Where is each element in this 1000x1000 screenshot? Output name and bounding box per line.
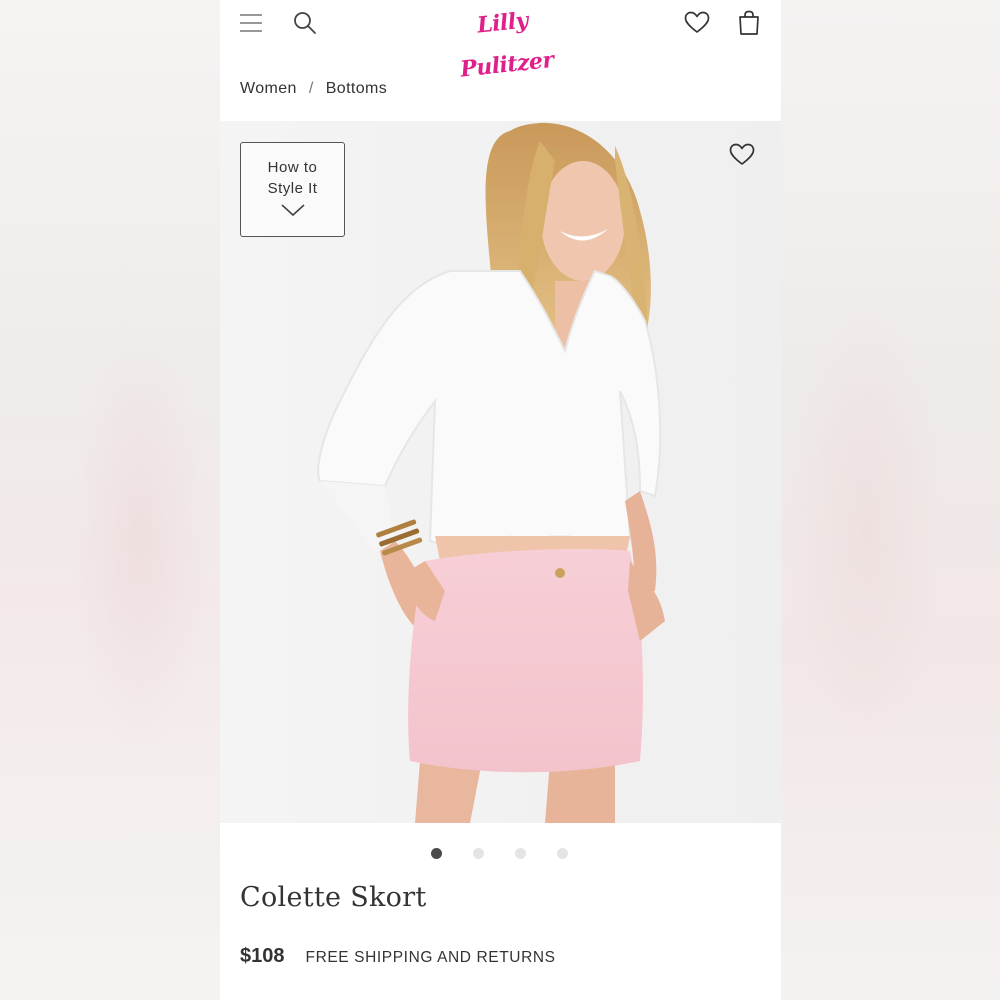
style-button-line1: How to <box>267 159 318 176</box>
menu-icon[interactable] <box>236 8 266 38</box>
carousel-dot-3[interactable] <box>515 848 526 859</box>
search-icon[interactable] <box>290 8 320 38</box>
style-button-line2: Style It <box>267 180 318 197</box>
shopping-bag-icon[interactable] <box>734 8 764 38</box>
carousel-dots <box>220 848 781 860</box>
favorite-heart-icon[interactable] <box>729 143 761 175</box>
mobile-page: Lilly Pulitzer Women / Bottoms How to St… <box>220 0 781 1000</box>
blurred-backdrop-left <box>0 0 220 1000</box>
breadcrumb: Women / Bottoms <box>240 78 387 100</box>
heart-icon[interactable] <box>682 8 712 38</box>
site-header: Lilly Pulitzer <box>220 0 781 83</box>
brand-logo[interactable]: Lilly Pulitzer <box>448 0 557 82</box>
shipping-note: FREE SHIPPING AND RETURNS <box>305 949 556 966</box>
breadcrumb-women[interactable]: Women <box>240 80 297 98</box>
chevron-down-icon <box>280 204 305 217</box>
carousel-dot-1[interactable] <box>431 848 442 859</box>
blurred-backdrop-right <box>781 0 1000 1000</box>
product-title: Colette Skort <box>240 882 427 913</box>
carousel-dot-4[interactable] <box>557 848 568 859</box>
breadcrumb-separator: / <box>308 80 314 97</box>
how-to-style-it-button[interactable]: How to Style It <box>240 142 345 237</box>
price-row: $108 FREE SHIPPING AND RETURNS <box>240 945 556 968</box>
breadcrumb-bottoms[interactable]: Bottoms <box>326 80 388 98</box>
product-price: $108 <box>240 945 285 967</box>
carousel-dot-2[interactable] <box>473 848 484 859</box>
product-image[interactable]: How to Style It <box>220 121 781 823</box>
